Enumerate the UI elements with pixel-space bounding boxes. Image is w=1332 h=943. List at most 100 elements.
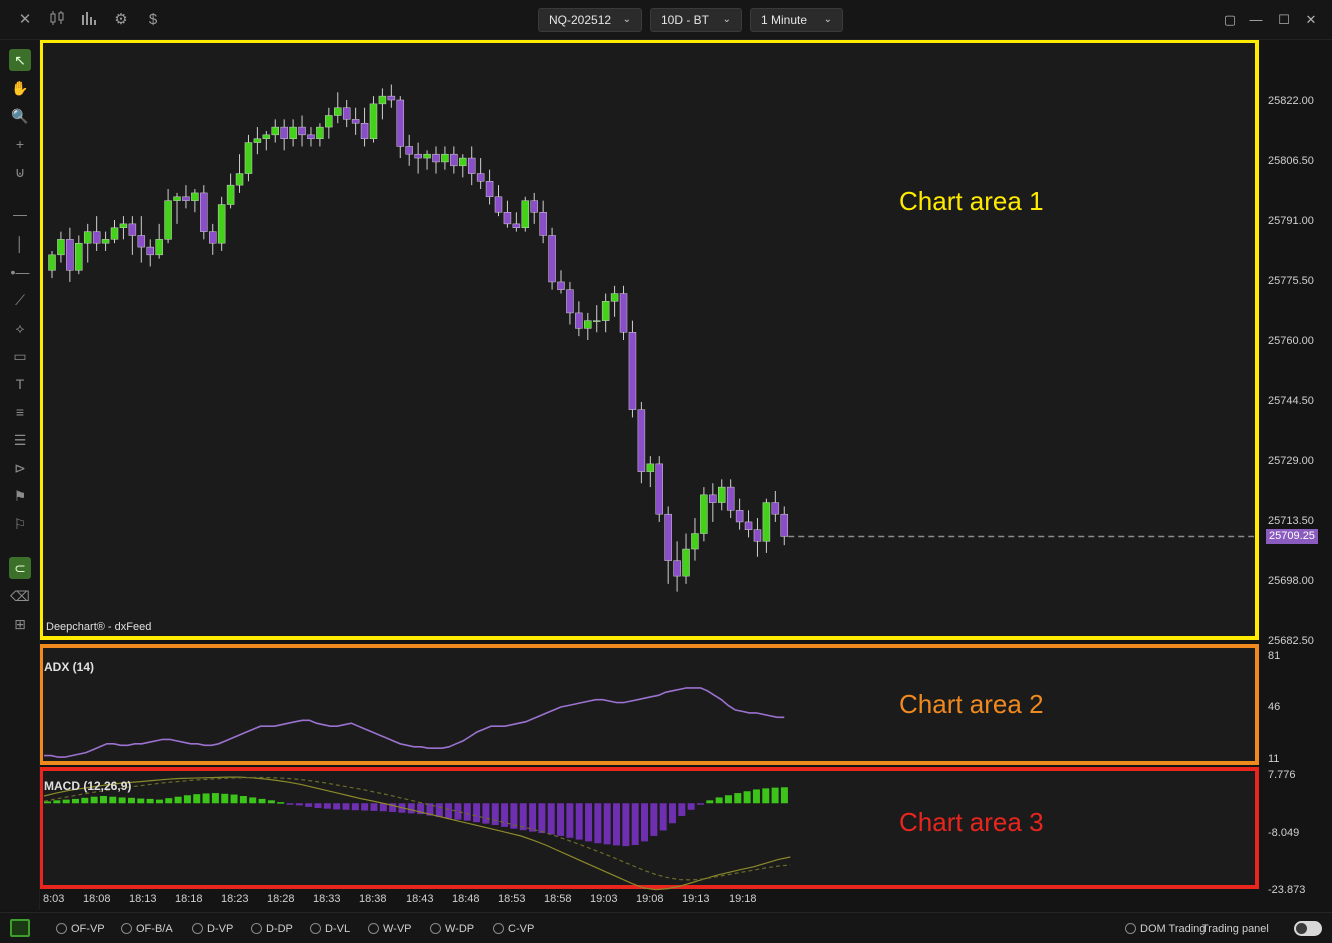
macd-axis-label: -23.873: [1268, 884, 1306, 896]
horizontal-line-icon[interactable]: —: [9, 203, 31, 225]
settings-icon[interactable]: ⚙: [111, 10, 131, 30]
candle-body: [450, 153, 458, 167]
candle-body: [700, 494, 708, 534]
magnet-lock-icon[interactable]: ⊂: [9, 557, 31, 579]
price-note-icon[interactable]: ⚑: [9, 485, 31, 507]
candle-body: [146, 246, 154, 256]
macd-histogram-bar: [239, 795, 247, 804]
time-axis-label: 18:48: [452, 893, 480, 905]
candle-body: [753, 529, 762, 542]
macd-histogram-bar: [258, 798, 266, 804]
macd-histogram-bar: [771, 787, 779, 804]
ray-icon[interactable]: •—: [9, 261, 31, 283]
arrow-tool-icon[interactable]: ⊳: [9, 457, 31, 479]
candle-body: [253, 138, 262, 143]
indicator-option-c-vp[interactable]: C-VP: [493, 922, 534, 936]
macd-histogram-bar: [687, 803, 695, 810]
candle-body: [378, 95, 387, 105]
rectangle-icon[interactable]: ▭: [9, 345, 31, 367]
interval-dropdown[interactable]: 1 Minute ⌄: [750, 8, 843, 32]
time-axis-label: 19:18: [729, 893, 757, 905]
minimize-icon[interactable]: —: [1246, 10, 1266, 30]
pointer-icon[interactable]: ↖: [9, 49, 31, 71]
indicator-option-label: OF-B/A: [136, 923, 173, 935]
multi-lines-icon[interactable]: ☰: [9, 429, 31, 451]
macd-histogram-bar: [752, 789, 760, 804]
candle-body: [432, 153, 440, 163]
time-axis-label: 18:13: [129, 893, 157, 905]
macd-histogram-bar: [724, 795, 732, 804]
indicator-option-d-vl[interactable]: D-VL: [310, 922, 350, 936]
last-price-tag: 25709.25: [1266, 529, 1318, 544]
candles-icon[interactable]: [47, 10, 67, 30]
candle-body: [673, 560, 681, 577]
indicator-option-d-dp[interactable]: D-DP: [251, 922, 293, 936]
restore-icon[interactable]: ▢: [1220, 10, 1240, 30]
candle-body: [342, 107, 351, 120]
symbol-dropdown[interactable]: NQ-202512 ⌄: [538, 8, 642, 32]
candle-body: [780, 513, 789, 537]
chart-container[interactable]: Deepchart® - dxFeed 25709.25 ADX (14) MA…: [40, 40, 1332, 912]
chart-canvas[interactable]: [40, 40, 1332, 912]
macd-histogram-bar: [183, 795, 191, 804]
vertical-line-icon[interactable]: │: [9, 233, 31, 255]
candle-body: [584, 320, 592, 329]
macd-histogram-bar: [295, 803, 303, 806]
macd-histogram-bar: [314, 803, 322, 808]
chart-area-3-frame: [40, 767, 1259, 889]
price-axis-label: 25729.00: [1268, 455, 1314, 467]
macd-histogram-bar: [137, 798, 145, 804]
radio-icon: [430, 923, 441, 934]
candle-body: [271, 126, 279, 136]
macd-histogram-bar: [706, 800, 714, 804]
candle-body: [530, 200, 538, 213]
trading-panel-toggle[interactable]: [1294, 921, 1322, 936]
magnet-icon[interactable]: ⊍: [9, 161, 31, 183]
hand-icon[interactable]: ✋: [9, 77, 31, 99]
close-icon[interactable]: ✕: [15, 10, 35, 30]
candle-body: [485, 181, 494, 198]
indicator-option-w-dp[interactable]: W-DP: [430, 922, 474, 936]
macd-histogram-bar: [249, 797, 257, 804]
bar-chart-icon[interactable]: [79, 10, 99, 30]
maximize-icon[interactable]: ☐: [1274, 10, 1294, 30]
interval-value: 1 Minute: [761, 13, 808, 27]
indicator-option-of-b-a[interactable]: OF-B/A: [121, 922, 173, 936]
macd-histogram-bar: [62, 799, 70, 804]
candle-body: [744, 521, 753, 530]
time-axis-label: 19:03: [590, 893, 618, 905]
indicator-option-label: OF-VP: [71, 923, 105, 935]
text-icon[interactable]: T: [9, 373, 31, 395]
chart-area-1-frame: [40, 40, 1259, 640]
dom-trading-option[interactable]: DOM Trading: [1125, 922, 1205, 936]
chart-area-3-label: Chart area 3: [899, 807, 1044, 837]
range-dropdown[interactable]: 10D - BT ⌄: [650, 8, 742, 32]
crosshair-icon[interactable]: +: [9, 133, 31, 155]
macd-histogram-bar: [547, 803, 555, 835]
indicator-option-label: W-VP: [383, 923, 412, 935]
drawing-toolbar: ↖ ✋ 🔍 + ⊍ — │ •— ⟋ ⟡ ▭ T ≡ ☰ ⊳ ⚑ ⚐ ⊂ ⌫ ⊞: [0, 40, 40, 910]
indicator-option-of-vp[interactable]: OF-VP: [56, 922, 105, 936]
zoom-icon[interactable]: 🔍: [9, 105, 31, 127]
lines-icon[interactable]: ≡: [9, 401, 31, 423]
size-note-icon[interactable]: ⚐: [9, 513, 31, 535]
macd-histogram-bar: [221, 793, 229, 804]
macd-histogram-bar: [435, 803, 443, 818]
indicator-option-label: D-DP: [266, 923, 293, 935]
macd-histogram-bar: [762, 788, 770, 804]
time-axis-label: 18:53: [498, 893, 526, 905]
chevron-down-icon: ⌄: [722, 14, 731, 25]
macd-histogram-bar: [127, 797, 135, 804]
close-window-icon[interactable]: ✕: [1301, 10, 1321, 30]
dollar-icon[interactable]: $: [143, 10, 163, 30]
trendline-icon[interactable]: ⟋: [9, 289, 31, 311]
panel-toggle-icon[interactable]: [10, 919, 30, 937]
candle-body: [235, 173, 244, 186]
indicator-option-label: D-VP: [207, 923, 234, 935]
polyline-icon[interactable]: ⟡: [9, 317, 31, 339]
macd-histogram-bar: [202, 793, 210, 804]
eraser-icon[interactable]: ⌫: [9, 585, 31, 607]
indicator-option-w-vp[interactable]: W-VP: [368, 922, 412, 936]
add-layer-icon[interactable]: ⊞: [9, 613, 31, 635]
indicator-option-d-vp[interactable]: D-VP: [192, 922, 233, 936]
